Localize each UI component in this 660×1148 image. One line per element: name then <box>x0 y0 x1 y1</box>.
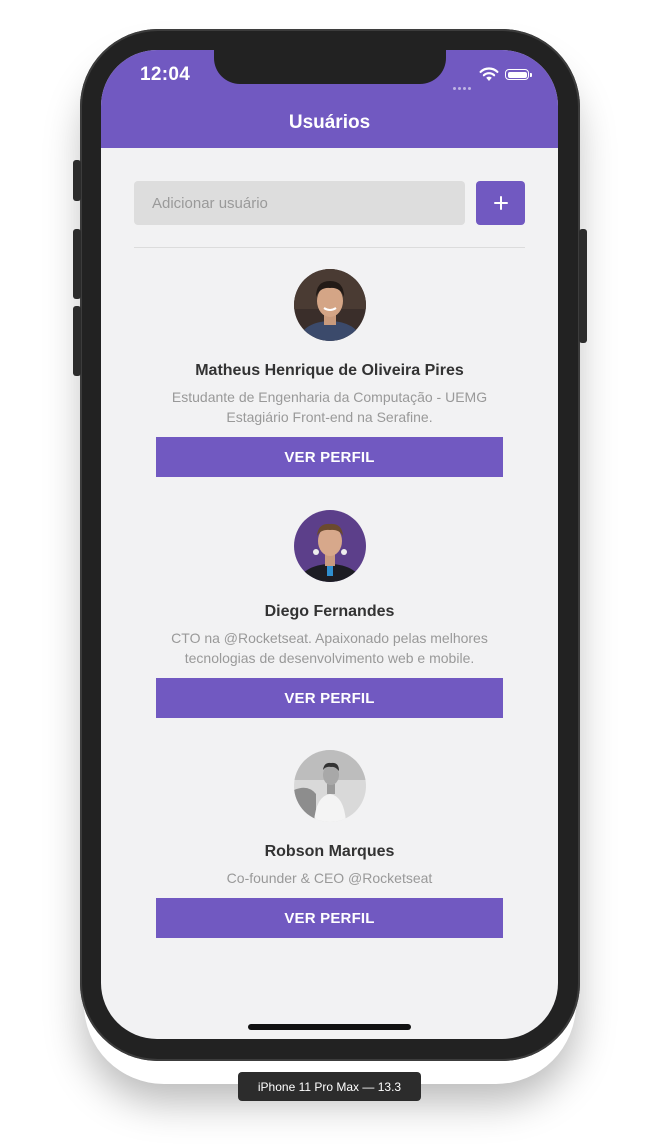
user-bio: CTO na @Rocketseat. Apaixonado pelas mel… <box>171 630 488 666</box>
avatar <box>294 510 366 582</box>
volume-down-button <box>73 306 81 376</box>
notch <box>214 50 446 84</box>
device-label: iPhone 11 Pro Max — 13.3 <box>238 1072 421 1101</box>
power-button <box>579 229 587 343</box>
avatar <box>294 269 366 341</box>
user-name: Robson Marques <box>264 843 395 860</box>
mute-switch <box>73 160 81 201</box>
view-profile-button[interactable]: VER PERFIL <box>156 437 503 477</box>
avatar <box>294 750 366 822</box>
view-profile-button[interactable]: VER PERFIL <box>156 678 503 718</box>
status-time: 12:04 <box>140 64 191 85</box>
user-bio: Co-founder & CEO @Rocketseat <box>226 870 433 886</box>
user-bio: Estudante de Engenharia da Computação - … <box>171 389 488 425</box>
add-user-button[interactable] <box>476 181 525 225</box>
header: 12:04 Usuários <box>101 50 558 148</box>
divider <box>134 247 525 248</box>
wifi-icon <box>479 67 499 81</box>
volume-up-button <box>73 229 81 299</box>
home-indicator <box>248 1024 411 1030</box>
signal-icon <box>453 77 473 95</box>
page-title: Usuários <box>288 112 371 133</box>
user-name: Diego Fernandes <box>264 603 395 620</box>
plus-icon <box>493 196 508 210</box>
add-user-input[interactable] <box>134 181 465 225</box>
view-profile-button[interactable]: VER PERFIL <box>156 898 503 938</box>
user-name: Matheus Henrique de Oliveira Pires <box>195 362 464 379</box>
battery-icon <box>505 69 532 80</box>
app-screen: 12:04 Usuários Matheus Henr <box>101 50 558 1039</box>
